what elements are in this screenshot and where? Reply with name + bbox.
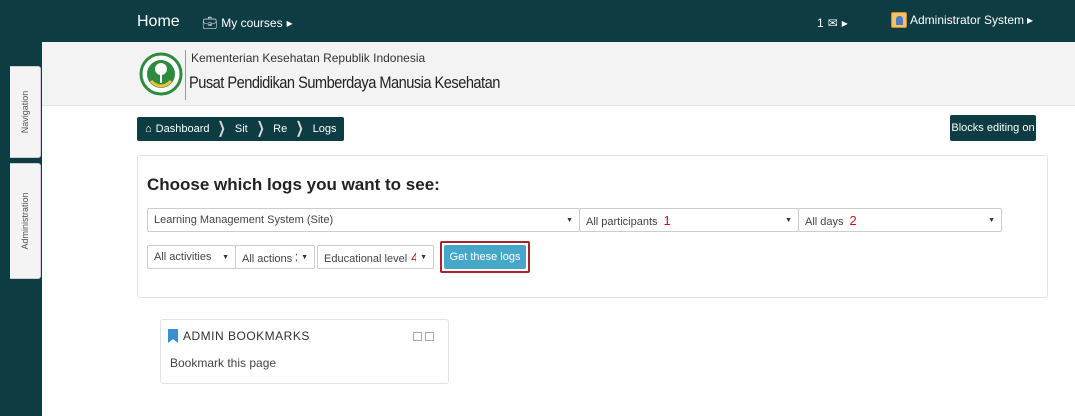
site-header: Kementerian Kesehatan Republik Indonesia…: [42, 42, 1075, 106]
avatar: [891, 12, 907, 28]
envelope-icon: ✉︎: [827, 16, 838, 30]
navigation-dock-tab[interactable]: Navigation: [10, 66, 41, 158]
block-controls: [413, 332, 434, 341]
dropdown-arrow-icon: ▼: [785, 216, 792, 224]
get-logs-button[interactable]: Get these logs: [444, 245, 526, 269]
breadcrumb: ⌂ Dashboard ❯ Sit ❯ Re ❯ Logs: [137, 117, 345, 141]
dock-block-icon[interactable]: [413, 332, 422, 341]
log-filter-card: Choose which logs you want to see: Learn…: [137, 155, 1048, 298]
dropdown-arrow-icon: ▼: [222, 253, 229, 261]
administration-dock-tab[interactable]: Administration: [10, 163, 41, 279]
days-select[interactable]: All days 2 ▼: [798, 208, 1002, 232]
dropdown-arrow-icon: ▼: [566, 216, 573, 224]
breadcrumb-site[interactable]: Sit: [235, 123, 248, 135]
breadcrumb-dashboard[interactable]: ⌂ Dashboard: [145, 123, 209, 135]
dropdown-arrow-icon: ▼: [301, 253, 308, 261]
get-logs-highlight: Get these logs: [440, 241, 530, 273]
admin-bookmarks-block: ADMIN BOOKMARKS Bookmark this page: [160, 319, 449, 384]
annotation-marker-3: 3: [295, 250, 297, 265]
dropdown-arrow-icon: ▼: [420, 253, 427, 261]
annotation-marker-2: 2: [849, 212, 857, 228]
messages-menu[interactable]: 1 ✉︎ ▸: [817, 16, 848, 30]
edu-select-value: Educational level: [324, 252, 408, 265]
page-title: Choose which logs you want to see:: [147, 175, 440, 194]
dropdown-arrow-icon: ▼: [988, 216, 995, 224]
home-link[interactable]: Home: [137, 13, 180, 31]
breadcrumb-logs[interactable]: Logs: [313, 123, 337, 135]
bookmarks-header: ADMIN BOOKMARKS: [168, 329, 310, 343]
site-select[interactable]: Learning Management System (Site) ▼: [147, 208, 580, 232]
breadcrumb-label: Dashboard: [155, 123, 210, 135]
caret-right-icon: ▸: [1027, 13, 1034, 27]
org-name-line2: Pusat Pendidikan Sumberdaya Manusia Kese…: [189, 73, 500, 92]
edu-select-content: Educational level 4: [324, 250, 416, 265]
days-select-content: All days 2: [805, 213, 984, 228]
briefcase-icon: 💼︎: [202, 16, 218, 30]
annotation-marker-1: 1: [663, 212, 671, 228]
bookmarks-title: ADMIN BOOKMARKS: [183, 329, 310, 343]
ministry-logo-icon: [139, 52, 183, 96]
caret-right-icon: ▸: [286, 16, 293, 30]
activities-select[interactable]: All activities ▼: [147, 245, 236, 269]
administration-tab-label: Administration: [20, 192, 30, 250]
site-select-value: Learning Management System (Site): [154, 214, 334, 226]
org-name-line1: Kementerian Kesehatan Republik Indonesia: [191, 51, 426, 65]
my-courses-menu[interactable]: 💼︎ My courses ▸: [202, 16, 293, 30]
educational-level-select[interactable]: Educational level 4 ▼: [317, 245, 434, 269]
actions-select-value: All actions: [242, 252, 293, 265]
user-menu[interactable]: Administrator System ▸: [891, 12, 1033, 28]
breadcrumb-reports[interactable]: Re: [273, 123, 287, 135]
caret-right-icon: ▸: [841, 16, 848, 30]
days-select-value: All days: [805, 215, 844, 228]
blocks-editing-button[interactable]: Blocks editing on: [950, 115, 1036, 141]
navigation-tab-label: Navigation: [20, 90, 30, 134]
actions-select[interactable]: All actions3 ▼: [235, 245, 315, 269]
activities-select-value: All activities: [154, 251, 212, 263]
participants-select-content: All participants 1: [586, 213, 781, 228]
breadcrumb-separator: ❯: [295, 120, 304, 137]
actions-select-content: All actions3: [242, 250, 297, 265]
hide-block-icon[interactable]: [425, 332, 434, 341]
header-divider: [185, 50, 186, 100]
participants-select[interactable]: All participants 1 ▼: [579, 208, 799, 232]
annotation-marker-4: 4: [411, 249, 417, 265]
bookmark-icon: [168, 329, 178, 343]
breadcrumb-separator: ❯: [218, 120, 227, 137]
user-name: Administrator System: [910, 13, 1025, 27]
my-courses-label: My courses: [221, 16, 283, 30]
top-navbar: Home 💼︎ My courses ▸ 1 ✉︎ ▸ Administrato…: [42, 0, 1075, 42]
messages-count: 1: [817, 16, 824, 30]
breadcrumb-separator: ❯: [256, 120, 265, 137]
bookmark-this-page-link[interactable]: Bookmark this page: [170, 356, 276, 370]
home-icon: ⌂: [145, 123, 152, 135]
participants-select-value: All participants: [586, 215, 658, 228]
